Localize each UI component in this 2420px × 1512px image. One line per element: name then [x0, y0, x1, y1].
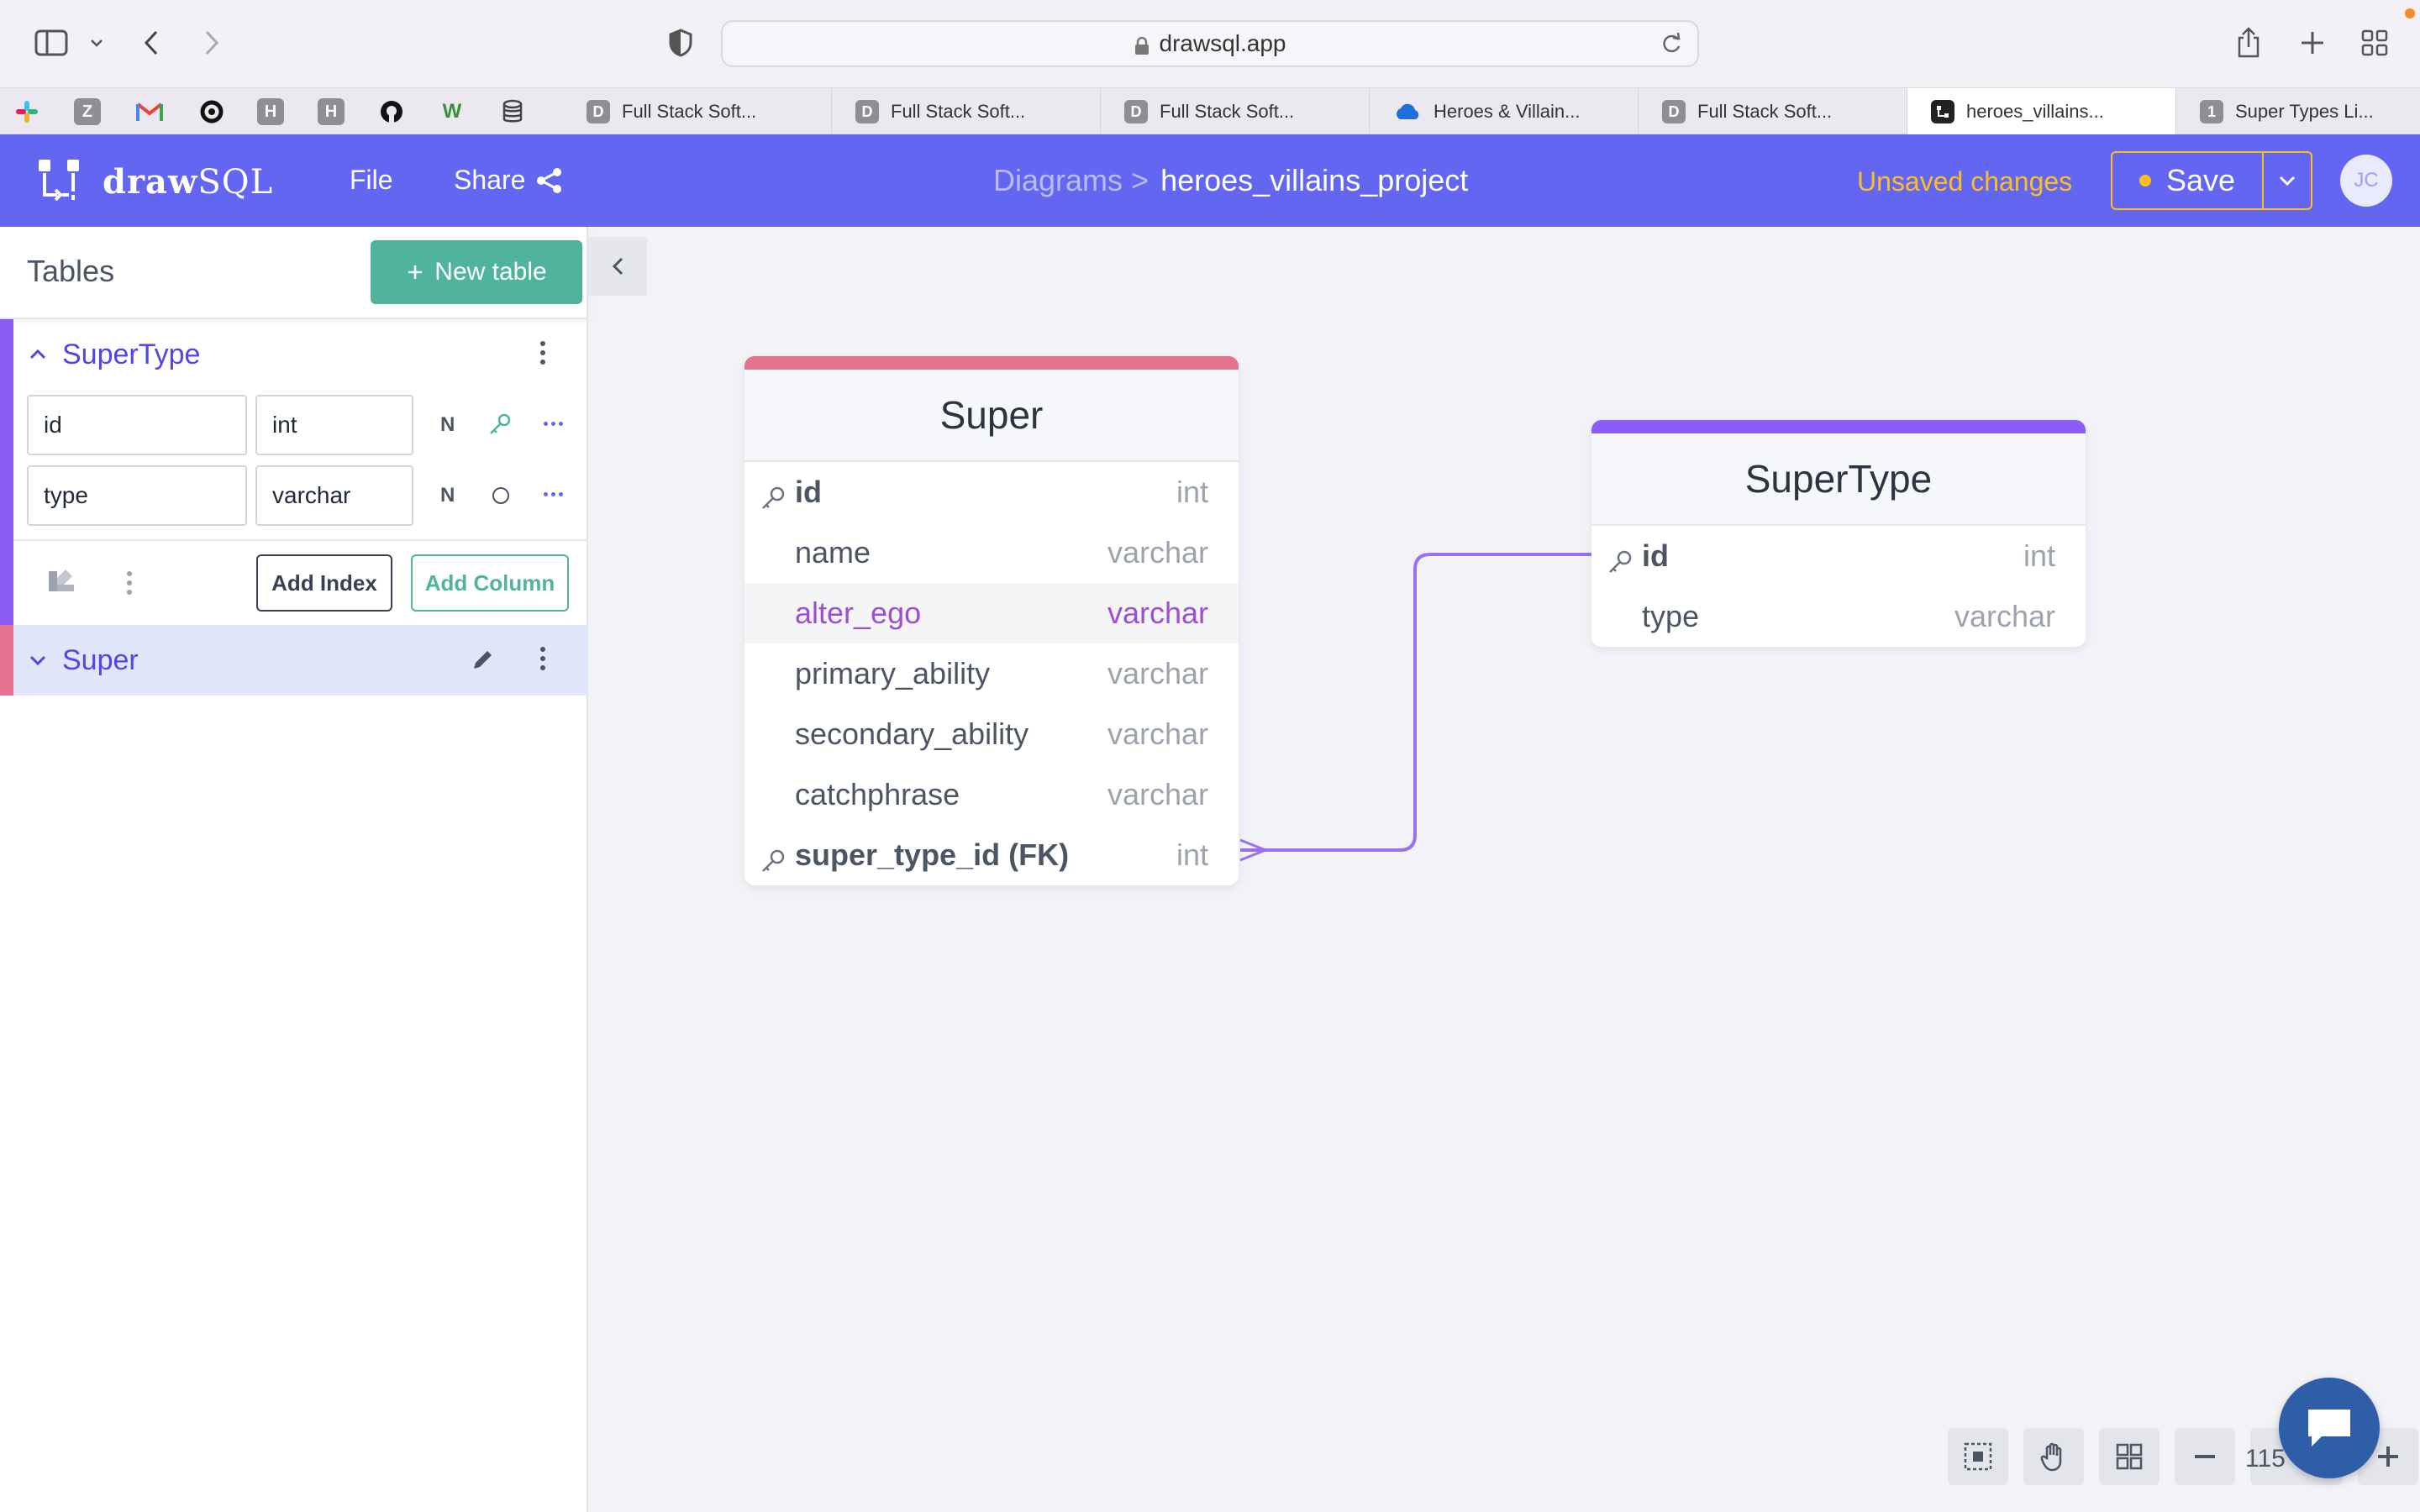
er-column-row-highlighted[interactable]: alter_ego varchar [744, 583, 1239, 643]
column-type: varchar [1107, 777, 1208, 811]
primary-key-icon [1607, 546, 1634, 581]
zoom-level: 115 [2245, 1445, 2286, 1473]
er-column-row[interactable]: id int [1591, 526, 2086, 586]
table-color-bar [744, 356, 1239, 370]
table-color-bar [1591, 420, 2086, 433]
er-column-row[interactable]: catchphrase varchar [744, 764, 1239, 825]
grid-icon [2116, 1443, 2143, 1470]
column-name: catchphrase [795, 777, 960, 811]
relation-line[interactable] [1240, 553, 1591, 852]
hand-icon [2040, 1442, 2062, 1472]
grid-select-icon [1964, 1442, 1992, 1471]
zoom-out-button[interactable] [2175, 1428, 2235, 1485]
er-column-row[interactable]: primary_ability varchar [744, 643, 1239, 704]
layout-button[interactable] [2099, 1428, 2160, 1485]
column-name: type [1642, 599, 1700, 633]
column-type: int [1176, 475, 1208, 509]
primary-key-icon [760, 482, 786, 517]
column-type: varchar [1107, 717, 1208, 751]
column-name: super_type_id (FK) [795, 837, 1070, 872]
column-type: varchar [1954, 599, 2055, 633]
er-table-title[interactable]: Super [744, 370, 1239, 462]
chat-support-button[interactable] [2279, 1378, 2380, 1478]
foreign-key-icon [760, 845, 786, 880]
er-table-title[interactable]: SuperType [1591, 433, 2086, 526]
column-type: varchar [1107, 535, 1208, 570]
plus-icon [2378, 1446, 2398, 1467]
column-type: varchar [1107, 656, 1208, 690]
column-name: id [1642, 538, 1669, 573]
column-type: int [1176, 837, 1208, 872]
er-table-super[interactable]: Super id int name varchar alter_ego varc… [744, 356, 1239, 885]
chat-bubble-icon [2308, 1410, 2350, 1446]
column-type: varchar [1107, 596, 1208, 630]
er-column-row[interactable]: secondary_ability varchar [744, 704, 1239, 764]
column-name: name [795, 535, 871, 570]
column-name: primary_ability [795, 656, 991, 690]
fit-to-screen-button[interactable] [1948, 1428, 2008, 1485]
er-table-supertype[interactable]: SuperType id int type varchar [1591, 420, 2086, 647]
er-column-row[interactable]: type varchar [1591, 586, 2086, 647]
column-name: secondary_ability [795, 717, 1029, 751]
er-column-row[interactable]: super_type_id (FK) int [744, 825, 1239, 885]
er-column-row[interactable]: id int [744, 462, 1239, 522]
column-name: alter_ego [795, 596, 922, 630]
column-type: int [2023, 538, 2055, 573]
er-column-row[interactable]: name varchar [744, 522, 1239, 583]
minus-icon [2195, 1455, 2215, 1458]
pan-tool-button[interactable] [2023, 1428, 2084, 1485]
notification-dot [2405, 8, 2415, 18]
column-name: id [795, 475, 822, 509]
